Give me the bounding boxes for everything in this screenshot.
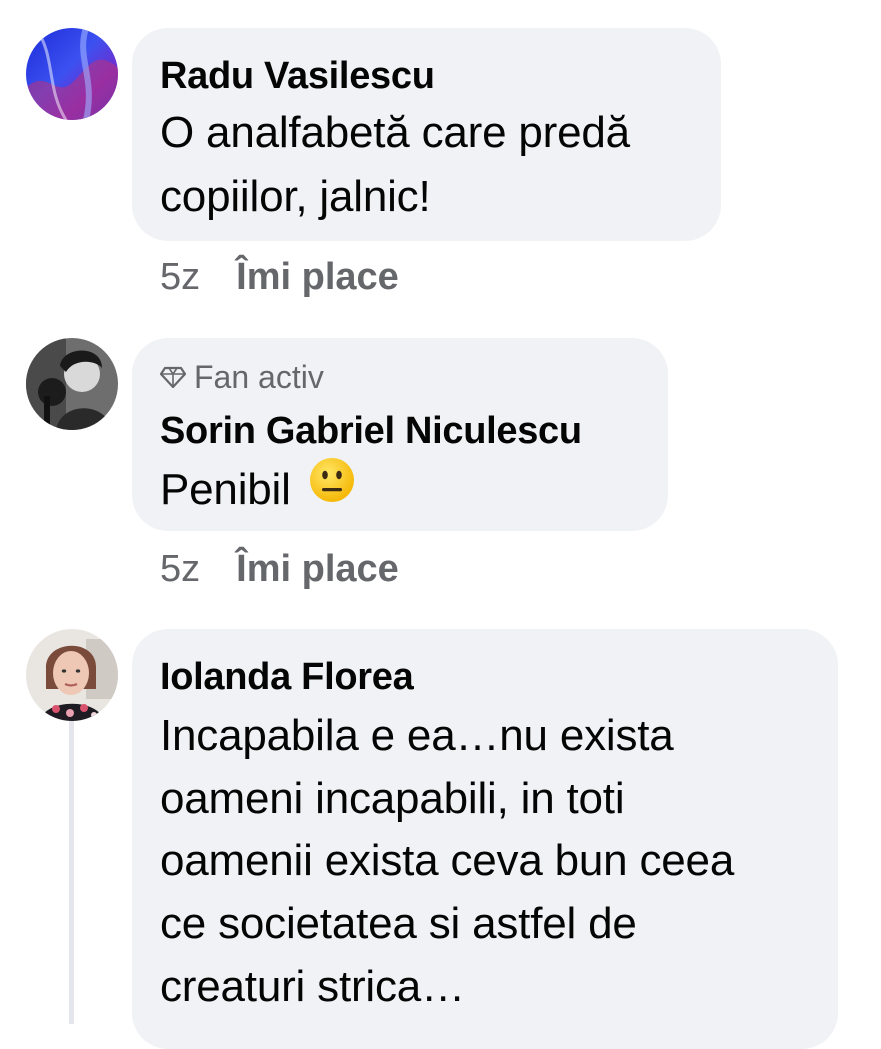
- comment-text-line: Incapabila e ea…nu exista: [160, 711, 674, 760]
- avatar[interactable]: [26, 629, 118, 721]
- comment-text-line: creaturi strica…: [160, 962, 465, 1011]
- comment-text-line: oamenii exista ceva bun ceea: [160, 836, 735, 885]
- comment-author[interactable]: Iolanda Florea: [160, 655, 414, 699]
- comment-text-line: ce societatea si astfel de: [160, 899, 637, 948]
- comment-text-line: oameni incapabili, in toti: [160, 774, 625, 823]
- avatar-image-icon: [26, 629, 118, 721]
- reply-thread-line: [69, 720, 74, 1024]
- comment-bubble: Iolanda Florea Incapabila e ea…nu exista…: [132, 629, 838, 1049]
- comment-iolanda-florea: Iolanda Florea Incapabila e ea…nu exista…: [0, 0, 881, 1049]
